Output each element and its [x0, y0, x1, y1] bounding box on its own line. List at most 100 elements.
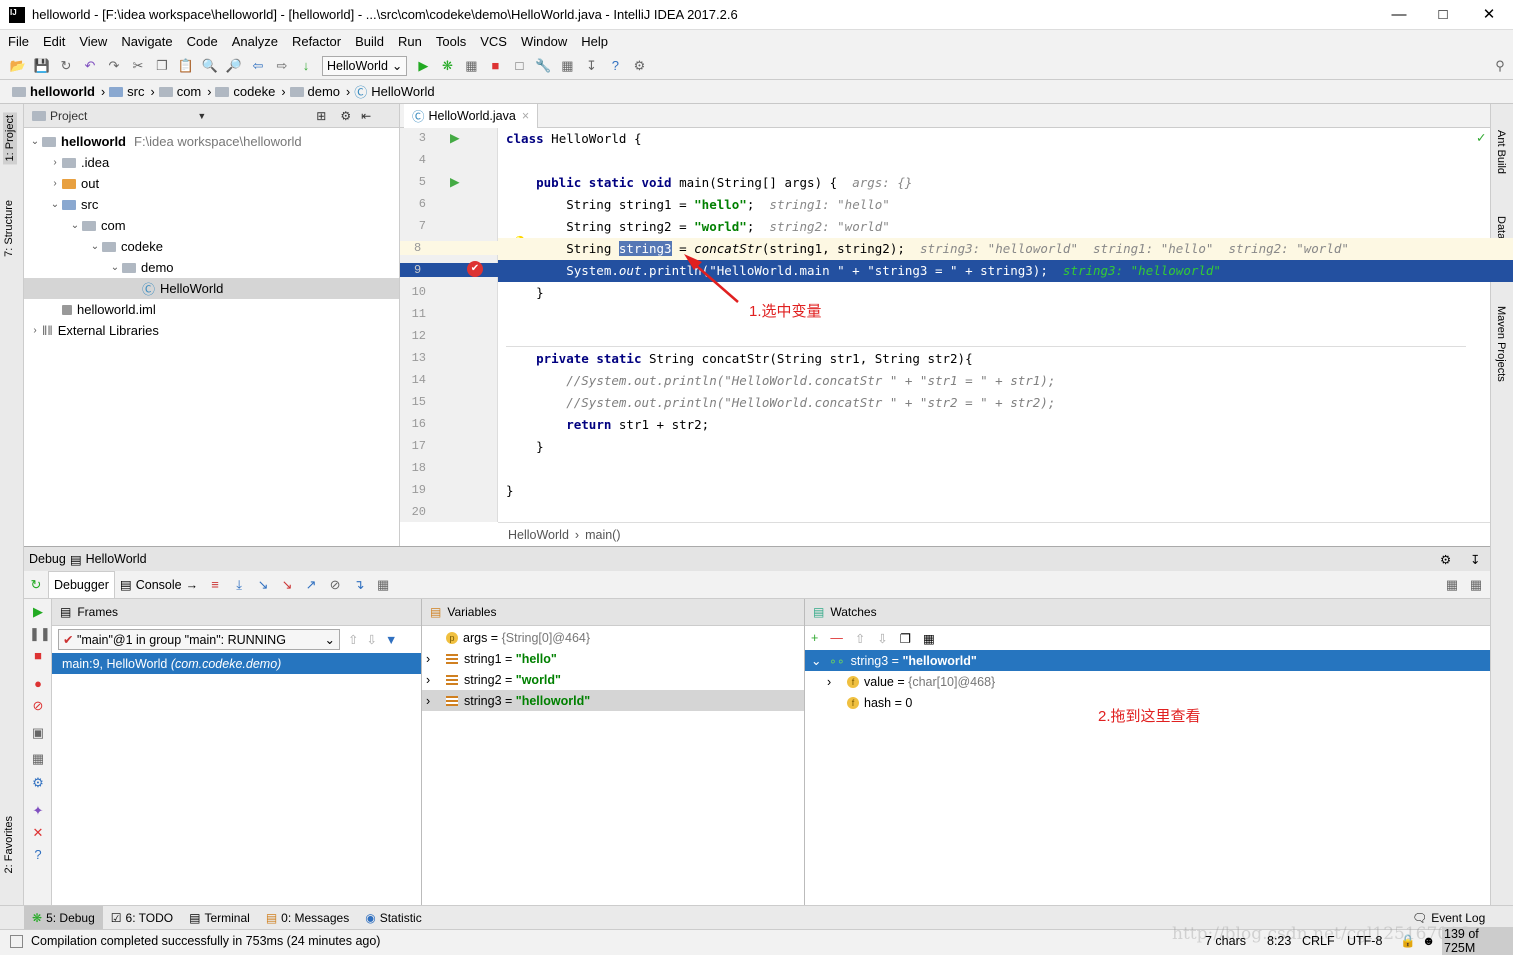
settings-icon[interactable]: ⚙ — [29, 775, 47, 791]
frame-item[interactable]: main:9, HelloWorld (com.codeke.demo) — [52, 653, 421, 674]
undo-icon[interactable]: ↶ — [81, 58, 99, 74]
tab-console[interactable]: ▤ Console → — [115, 571, 203, 599]
close-icon[interactable]: ✕ — [29, 825, 47, 841]
save-icon[interactable]: 💾 — [33, 58, 51, 74]
tool-tab-structure[interactable]: 7: Structure — [3, 200, 15, 257]
menu-navigate[interactable]: Navigate — [121, 34, 172, 49]
code-line[interactable]: String string2 = "world"; string2: "worl… — [498, 216, 1513, 238]
help-icon[interactable]: ? — [29, 847, 47, 863]
tool-terminal[interactable]: ▤ Terminal — [181, 906, 258, 930]
tree-item[interactable]: ⌄ demo — [24, 257, 399, 278]
encoding[interactable]: UTF-8 — [1347, 934, 1382, 948]
chevron-right-icon[interactable]: › — [426, 652, 446, 666]
view-breakpoints-icon[interactable]: ● — [29, 676, 47, 692]
chevron-right-icon[interactable]: › — [426, 694, 446, 708]
tool-messages[interactable]: ▤ 0: Messages — [258, 906, 357, 930]
nav-com[interactable]: com — [155, 84, 208, 99]
run-gutter-icon[interactable]: ▶ — [450, 130, 460, 145]
tab-debugger[interactable]: Debugger — [48, 570, 115, 599]
mute-breakpoints-icon[interactable]: ⊘ — [29, 698, 47, 714]
tool-debug[interactable]: ❋ 5: Debug — [24, 905, 103, 930]
step-out-icon[interactable]: ↗ — [302, 577, 320, 593]
code-line[interactable]: String string1 = "hello"; string1: "hell… — [498, 194, 1513, 216]
run-to-cursor-icon[interactable]: ↴ — [350, 577, 368, 593]
menu-view[interactable]: View — [79, 34, 107, 49]
code-line[interactable]: class HelloWorld { — [498, 128, 1513, 150]
evaluate-icon[interactable]: ▦ — [374, 577, 392, 593]
chevron-right-icon[interactable]: › — [48, 157, 62, 168]
minimize-button[interactable]: — — [1376, 0, 1422, 30]
move-down-icon[interactable]: ⇩ — [877, 631, 887, 646]
remove-watch-icon[interactable]: — — [830, 631, 843, 645]
sync-icon[interactable]: ↻ — [57, 58, 75, 74]
menu-vcs[interactable]: VCS — [480, 34, 507, 49]
chevron-down-icon[interactable]: ⌄ — [88, 241, 102, 252]
code-line[interactable]: return str1 + str2; — [498, 414, 1513, 436]
tree-item[interactable]: ⌄ com — [24, 215, 399, 236]
chevron-down-icon[interactable]: ⌄ — [28, 136, 42, 147]
menu-code[interactable]: Code — [187, 34, 218, 49]
sdk-icon[interactable]: ↧ — [582, 58, 600, 74]
status-toggle-icon[interactable] — [10, 934, 23, 948]
run-gutter-icon[interactable]: ▶ — [450, 174, 460, 189]
hide-icon[interactable]: ⇤ — [361, 109, 371, 123]
move-up-icon[interactable]: ⇧ — [855, 631, 865, 646]
redo-icon[interactable]: ↷ — [105, 58, 123, 74]
inspector-icon[interactable]: ☻ — [1422, 934, 1435, 948]
stop-icon[interactable]: ■ — [486, 58, 504, 74]
watch-item[interactable]: ⌄ ∘∘ string3 = "helloworld" — [805, 650, 1490, 671]
restore-layout-icon[interactable]: ▦ — [1443, 577, 1461, 593]
chevron-down-icon[interactable]: ⌄ — [68, 220, 82, 231]
duplicate-icon[interactable]: ❐ — [900, 631, 911, 646]
code-line[interactable] — [498, 326, 1513, 348]
chevron-right-icon[interactable]: › — [48, 178, 62, 189]
step-over-icon[interactable]: ⤓ — [230, 577, 248, 593]
force-step-into-icon[interactable]: ↘ — [278, 577, 296, 593]
crumb-method[interactable]: main() — [585, 528, 620, 542]
code-line[interactable] — [498, 502, 1513, 524]
layout-icon[interactable]: ▦ — [29, 751, 47, 767]
rerun-icon[interactable]: ↻ — [27, 577, 45, 593]
open-icon[interactable]: 📂 — [9, 58, 27, 74]
chevron-down-icon[interactable]: ⌄ — [108, 262, 122, 273]
menu-build[interactable]: Build — [355, 34, 384, 49]
tree-item[interactable]: › ‖‖ External Libraries — [24, 320, 399, 341]
chevron-right-icon[interactable]: › — [28, 325, 42, 336]
show-watches-icon[interactable]: ▦ — [923, 631, 935, 646]
menu-help[interactable]: Help — [581, 34, 608, 49]
debug-icon[interactable]: ❋ — [438, 58, 456, 74]
pin-icon[interactable]: ✦ — [29, 803, 47, 819]
project-view-select[interactable]: Project — [50, 109, 87, 123]
tree-item[interactable]: ⌄ src — [24, 194, 399, 215]
tree-item[interactable]: › .idea — [24, 152, 399, 173]
pause-icon[interactable]: ❚❚ — [29, 626, 51, 642]
nav-demo[interactable]: demo — [286, 84, 347, 99]
code-line[interactable] — [498, 304, 1513, 326]
tool-statistic[interactable]: ◉ Statistic — [357, 906, 430, 930]
gear-icon[interactable]: ⚙ — [1440, 552, 1451, 567]
code-line[interactable]: String string3 = concatStr(string1, stri… — [498, 238, 1513, 260]
code-line[interactable] — [498, 150, 1513, 172]
lock-icon[interactable]: 🔒 — [1400, 934, 1416, 949]
coverage-icon[interactable]: ▦ — [462, 58, 480, 74]
thread-select[interactable]: ✔ "main"@1 in group "main": RUNNING ⌄ — [58, 629, 340, 650]
code-area[interactable]: class HelloWorld { public static void ma… — [498, 128, 1513, 522]
collapse-icon[interactable]: ⊞ — [316, 109, 326, 123]
nav-helloworld[interactable]: helloworld — [8, 84, 101, 99]
menu-tools[interactable]: Tools — [436, 34, 466, 49]
menu-analyze[interactable]: Analyze — [232, 34, 278, 49]
memory-indicator[interactable]: 139 of 725M — [1442, 927, 1513, 955]
previous-frame-icon[interactable]: ⇧ — [348, 632, 358, 647]
add-watch-icon[interactable]: + — [811, 631, 818, 645]
variable-item[interactable]: p args = {String[0]@464} — [422, 627, 804, 648]
show-execution-point-icon[interactable]: ≡ — [206, 577, 224, 593]
back-icon[interactable]: ⇦ — [249, 58, 267, 74]
tree-item[interactable]: ⌄ codeke — [24, 236, 399, 257]
code-line[interactable]: private static String concatStr(String s… — [498, 348, 1513, 370]
forward-icon[interactable]: ⇨ — [273, 58, 291, 74]
chevron-down-icon[interactable]: ▼ — [197, 111, 206, 121]
stop-icon[interactable]: ■ — [29, 648, 47, 664]
tree-item[interactable]: Ⓒ HelloWorld — [24, 278, 399, 299]
variable-item[interactable]: › string2 = "world" — [422, 669, 804, 690]
nav-codeke[interactable]: codeke — [211, 84, 281, 99]
